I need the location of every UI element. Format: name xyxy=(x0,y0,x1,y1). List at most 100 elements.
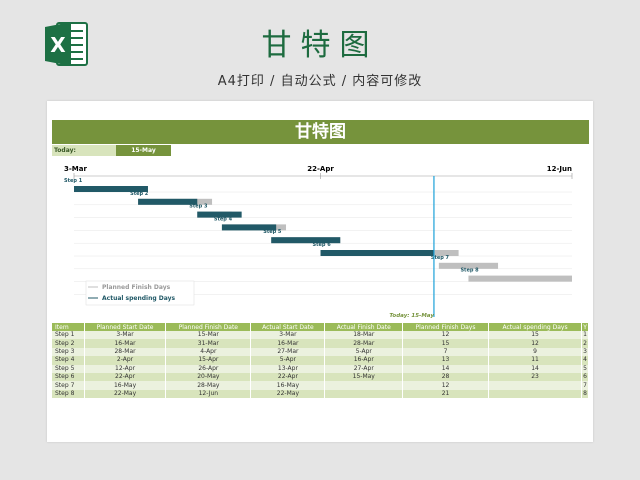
table-cell: 26-Apr xyxy=(165,364,252,373)
table-cell: 22-Apr xyxy=(250,372,326,382)
table-cell: 12 xyxy=(402,331,489,340)
table-cell: 15-May xyxy=(324,372,404,382)
table-cell: 13-Apr xyxy=(250,364,326,373)
table-cell: 12 xyxy=(488,339,583,348)
page-title: 甘特图 xyxy=(261,28,379,63)
table-cell: 28-Mar xyxy=(84,347,167,357)
table-cell: Step 4 xyxy=(52,356,85,365)
table-cell: 15-Apr xyxy=(165,356,252,365)
table-cell: 9 xyxy=(488,347,583,357)
table-cell: 16-Mar xyxy=(84,339,167,348)
table-header-cell: Planned Finish Date xyxy=(165,323,252,331)
table-cell: Step 1 xyxy=(52,331,85,340)
table-row: Step 7 16-May 28-May 16-May 12 7 xyxy=(52,381,589,390)
table-cell: 12-Jun xyxy=(165,389,252,399)
table-cell: 22-May xyxy=(84,389,167,399)
table-row: Step 6 22-Apr 20-May 22-Apr 15-May 28 23 6 xyxy=(52,372,589,382)
table-row: Step 4 2-Apr 15-Apr 5-Apr 16-Apr 13 11 4 xyxy=(52,356,589,365)
legend-label: Actual spending Days xyxy=(102,295,176,302)
table-cell xyxy=(488,381,583,390)
table-cell xyxy=(324,381,404,390)
table-cell: 23 xyxy=(488,372,583,382)
table-header-row: Item Planned Start Date Planned Finish Dat… xyxy=(52,323,589,331)
today-annotation: Today: 15-May xyxy=(389,313,434,319)
table-cell: 20-May xyxy=(165,372,252,382)
table-cell: 28-Mar xyxy=(324,339,404,348)
table-cell: 15 xyxy=(488,331,583,340)
table-header-cell: Planned Finish Days xyxy=(402,323,489,331)
table-cell: 28-May xyxy=(165,381,252,390)
table-cell: 8 xyxy=(581,389,589,399)
table-row: Step 1 3-Mar 15-Mar 3-Mar 18-Mar 12 15 1 xyxy=(52,331,589,340)
table-header-cell: Item xyxy=(52,323,85,331)
table-cell: 16-May xyxy=(250,381,326,390)
table-cell: Step 5 xyxy=(52,364,85,373)
table-cell xyxy=(488,389,583,399)
table-cell: 7 xyxy=(402,347,489,357)
table-header-cell: Actual spending Days xyxy=(488,323,583,331)
table-cell: Step 8 xyxy=(52,389,85,399)
today-row: Today: 15-May xyxy=(52,145,589,156)
step-label: Step 5 xyxy=(263,229,282,235)
table-header-cell: Y xyxy=(581,323,589,331)
step-label: Step 6 xyxy=(313,242,332,248)
step-label: Step 4 xyxy=(214,216,233,222)
table-cell: 5-Apr xyxy=(324,347,404,357)
actual-bar xyxy=(320,250,434,256)
step-label: Step 2 xyxy=(130,191,149,197)
table-cell xyxy=(324,389,404,399)
table-cell: 3-Mar xyxy=(84,331,167,340)
table-cell: 16-May xyxy=(84,381,167,390)
step-label: Step 3 xyxy=(189,204,208,210)
table-cell: 18-Mar xyxy=(324,331,404,340)
schedule-table: Item Planned Start Date Planned Finish Dat… xyxy=(52,323,589,399)
table-cell: 16-Apr xyxy=(324,356,404,365)
table-cell: 21 xyxy=(402,389,489,399)
today-label: Today: xyxy=(52,145,116,156)
table-header-cell: Actual Start Date xyxy=(250,323,326,331)
table-row: Step 8 22-May 12-Jun 22-May 21 8 xyxy=(52,389,589,399)
table-row: Step 3 28-Mar 4-Apr 27-Mar 5-Apr 7 9 3 xyxy=(52,347,589,357)
table-header-cell: Actual Finish Date xyxy=(324,323,404,331)
table-cell: 5 xyxy=(581,364,589,373)
table-cell: 28 xyxy=(402,372,489,382)
table-header-cell: Planned Start Date xyxy=(84,323,167,331)
table-cell: 1 xyxy=(581,331,589,340)
table-cell: 31-Mar xyxy=(165,339,252,348)
table-cell: 3-Mar xyxy=(250,331,326,340)
table-cell: 11 xyxy=(488,356,583,365)
table-cell: 22-Apr xyxy=(84,372,167,382)
x-tick-label: 12-Jun xyxy=(547,165,572,173)
table-row: Step 2 16-Mar 31-Mar 16-Mar 28-Mar 15 12 2 xyxy=(52,339,589,348)
x-tick-label: 22-Apr xyxy=(307,165,334,173)
step-label: Step 1 xyxy=(64,178,83,184)
table-cell: Step 3 xyxy=(52,347,85,357)
table-cell: Step 6 xyxy=(52,372,85,382)
table-cell: 3 xyxy=(581,347,589,357)
table-cell: 27-Apr xyxy=(324,364,404,373)
table-cell: 4 xyxy=(581,356,589,365)
step-label: Step 8 xyxy=(460,268,479,274)
spreadsheet-preview: 甘特图 Today: 15-May 3-Mar 22-Apr 12-Jun Step … xyxy=(47,101,593,442)
page-subtitle: A4打印 / 自动公式 / 内容可修改 xyxy=(217,74,423,89)
table-cell: 15-Mar xyxy=(165,331,252,340)
table-cell: Step 7 xyxy=(52,381,85,390)
table-cell: 2 xyxy=(581,339,589,348)
today-value: 15-May xyxy=(116,145,171,156)
table-cell: 5-Apr xyxy=(250,356,326,365)
table-cell: Step 2 xyxy=(52,339,85,348)
table-cell: 7 xyxy=(581,381,589,390)
sheet-title: 甘特图 xyxy=(52,120,589,144)
table-cell: 12-Apr xyxy=(84,364,167,373)
table-cell: 2-Apr xyxy=(84,356,167,365)
table-cell: 6 xyxy=(581,372,589,382)
gantt-chart: 3-Mar 22-Apr 12-Jun Step 1 Step 2 Step 3 Step … xyxy=(64,165,573,319)
planned-bar xyxy=(468,275,572,282)
legend-label: Planned Finish Days xyxy=(102,284,171,291)
table-cell: 12 xyxy=(402,381,489,390)
table-cell: 15 xyxy=(402,339,489,348)
table-cell: 14 xyxy=(488,364,583,373)
x-tick-label: 3-Mar xyxy=(64,165,87,173)
table-row: Step 5 12-Apr 26-Apr 13-Apr 27-Apr 14 14 5 xyxy=(52,364,589,373)
table-cell: 16-Mar xyxy=(250,339,326,348)
